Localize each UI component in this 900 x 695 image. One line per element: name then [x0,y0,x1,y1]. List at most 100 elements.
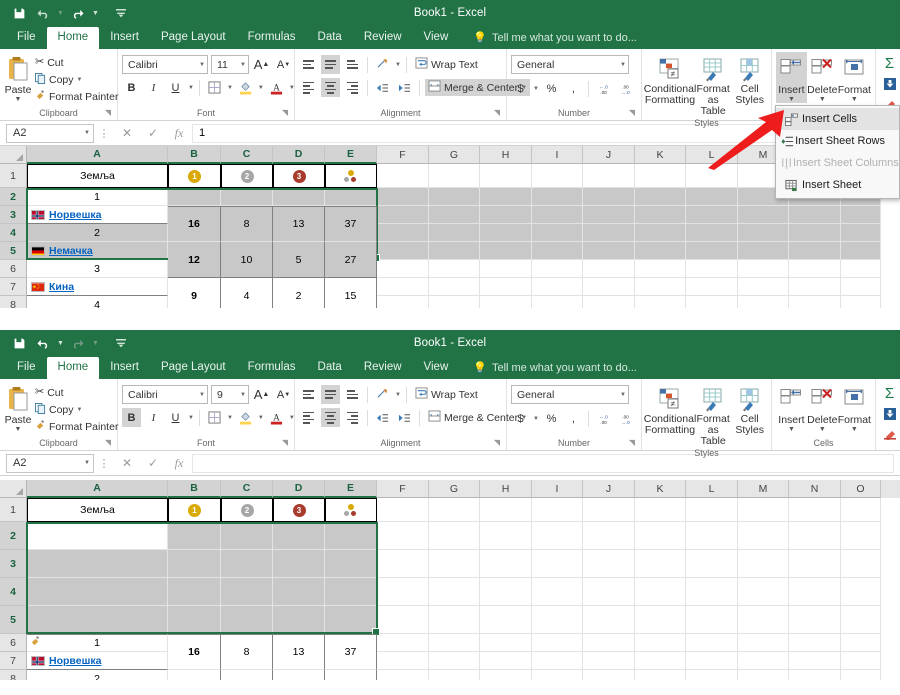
cell-H7[interactable] [480,652,532,670]
cell-I1[interactable] [532,164,583,188]
cell-J7[interactable] [583,278,635,296]
orientation-dropdown-icon[interactable]: ▼ [395,62,401,68]
menu-item-insert-sheet[interactable]: Insert Sheet [776,174,899,196]
fill-button[interactable] [880,404,899,423]
col-header-I[interactable]: I [532,480,583,498]
cell-J1[interactable] [583,498,635,522]
confirm-entry-icon[interactable]: ✓ [140,122,166,144]
paste-button[interactable]: Paste ▼ [4,382,32,433]
cell-E5[interactable] [325,606,377,634]
cell-N8[interactable] [789,296,841,308]
orientation-dropdown-icon[interactable]: ▼ [395,392,401,398]
cell-K6[interactable] [635,634,686,652]
cell-O5[interactable] [841,606,881,634]
wrap-text-button[interactable]: Wrap Text [412,56,481,73]
cell-A8[interactable]: 4 [27,296,168,308]
cell-N6[interactable] [789,260,841,278]
col-header-O[interactable]: O [841,480,881,498]
formula-bar-handle-bottom[interactable]: ⋮ [94,457,114,470]
font-color-button[interactable]: A [267,78,286,97]
orientation-button[interactable] [373,385,392,404]
decrease-decimal-button[interactable]: .00 →.0 [616,409,635,428]
align-middle-button[interactable] [321,385,340,404]
cell-G4[interactable] [429,578,480,606]
paste-button[interactable]: Paste ▼ [4,52,32,103]
format-painter-button[interactable]: Format Painter [32,418,121,435]
row-header-1[interactable]: 1 [0,164,27,188]
cell-G6[interactable] [429,260,480,278]
insert-cells-button[interactable]: Insert ▼ [776,52,807,103]
cell-A6[interactable]: 1 [27,634,168,652]
cell-K5[interactable] [635,606,686,634]
underline-button[interactable]: U [166,408,185,427]
cut-button[interactable]: ✂ Cut [32,384,121,401]
cell-D1[interactable]: 3 [273,164,325,188]
cell-C6[interactable]: 8 [221,634,273,670]
cell-A4[interactable]: 2 [27,224,168,242]
cell-J4[interactable] [583,578,635,606]
cell-K6[interactable] [635,260,686,278]
cell-A1[interactable]: Земља [27,164,168,188]
cell-G1[interactable] [429,498,480,522]
cell-B3[interactable] [168,550,221,578]
conditional-formatting-button[interactable]: ≠ Conditional Formatting [644,52,696,106]
insert-function-icon[interactable]: fx [166,122,192,144]
cell-G8[interactable] [429,296,480,308]
borders-button[interactable] [205,408,224,427]
cell-I3[interactable] [532,550,583,578]
cell-N2[interactable] [789,522,841,550]
cell-M1[interactable] [738,498,789,522]
cell-K3[interactable] [635,206,686,224]
copy-dropdown-icon[interactable]: ▼ [77,407,83,413]
cell-D3[interactable] [273,550,325,578]
fill-color-dropdown-icon[interactable]: ▼ [258,85,264,91]
cell-F4[interactable] [377,578,429,606]
cell-F2[interactable] [377,188,429,206]
cell-I4[interactable] [532,224,583,242]
col-header-E[interactable]: E [325,146,377,164]
cell-O1[interactable] [841,498,881,522]
font-size-combo[interactable]: 11 ▼ [211,55,249,74]
cell-G8[interactable] [429,670,480,680]
cell-D8[interactable]: 5 [273,670,325,680]
cell-O7[interactable] [841,652,881,670]
cell-K5[interactable] [635,242,686,260]
row-header-2[interactable]: 2 [0,522,27,550]
cell-M8[interactable] [738,670,789,680]
align-bottom-button[interactable] [343,55,362,74]
cell-D4[interactable]: 5 [273,242,325,278]
cell-I2[interactable] [532,188,583,206]
cell-M5[interactable] [738,606,789,634]
number-dialog-launcher[interactable]: ◥ [629,436,635,449]
cell-J5[interactable] [583,242,635,260]
cell-A5[interactable]: Немачка [27,242,168,260]
cell-J6[interactable] [583,260,635,278]
tab-page-layout[interactable]: Page Layout [150,357,237,379]
fill-color-button[interactable] [236,408,255,427]
col-header-A[interactable]: A [27,146,168,164]
cell-H4[interactable] [480,578,532,606]
alignment-dialog-launcher[interactable]: ◥ [494,436,500,449]
cell-H2[interactable] [480,188,532,206]
cell-O6[interactable] [841,260,881,278]
cell-O8[interactable] [841,670,881,680]
tab-home[interactable]: Home [46,27,100,49]
row-header-8[interactable]: 8 [0,296,27,308]
cell-F5[interactable] [377,242,429,260]
paste-dropdown-icon[interactable]: ▼ [15,96,22,103]
cell-K4[interactable] [635,224,686,242]
row-header-6[interactable]: 6 [0,634,27,652]
cell-G2[interactable] [429,522,480,550]
cell-J3[interactable] [583,206,635,224]
cell-L1[interactable] [686,164,738,188]
copy-button[interactable]: Copy ▼ [32,71,121,88]
row-header-3[interactable]: 3 [0,550,27,578]
number-format-dropdown-icon[interactable]: ▼ [620,62,626,68]
increase-font-size-button[interactable]: A ▲ [252,55,271,74]
cell-N3[interactable] [789,206,841,224]
row-header-4[interactable]: 4 [0,224,27,242]
font-name-dropdown-icon[interactable]: ▼ [199,392,205,398]
cell-G7[interactable] [429,278,480,296]
cell-I4[interactable] [532,578,583,606]
name-box-bottom[interactable]: A2 ▼ [6,453,94,473]
